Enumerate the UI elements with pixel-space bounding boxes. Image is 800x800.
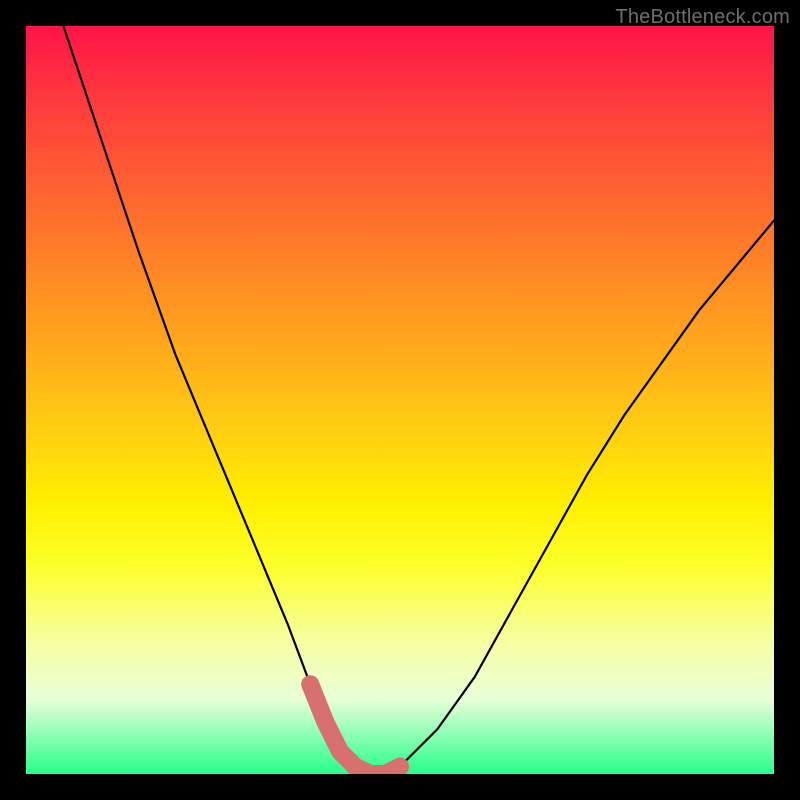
bottleneck-curve — [63, 26, 774, 774]
optimal-range-highlight — [310, 684, 400, 774]
chart-plot-area — [26, 26, 774, 774]
outer-frame: TheBottleneck.com — [0, 0, 800, 800]
chart-svg — [26, 26, 774, 774]
watermark-text: TheBottleneck.com — [615, 6, 790, 29]
